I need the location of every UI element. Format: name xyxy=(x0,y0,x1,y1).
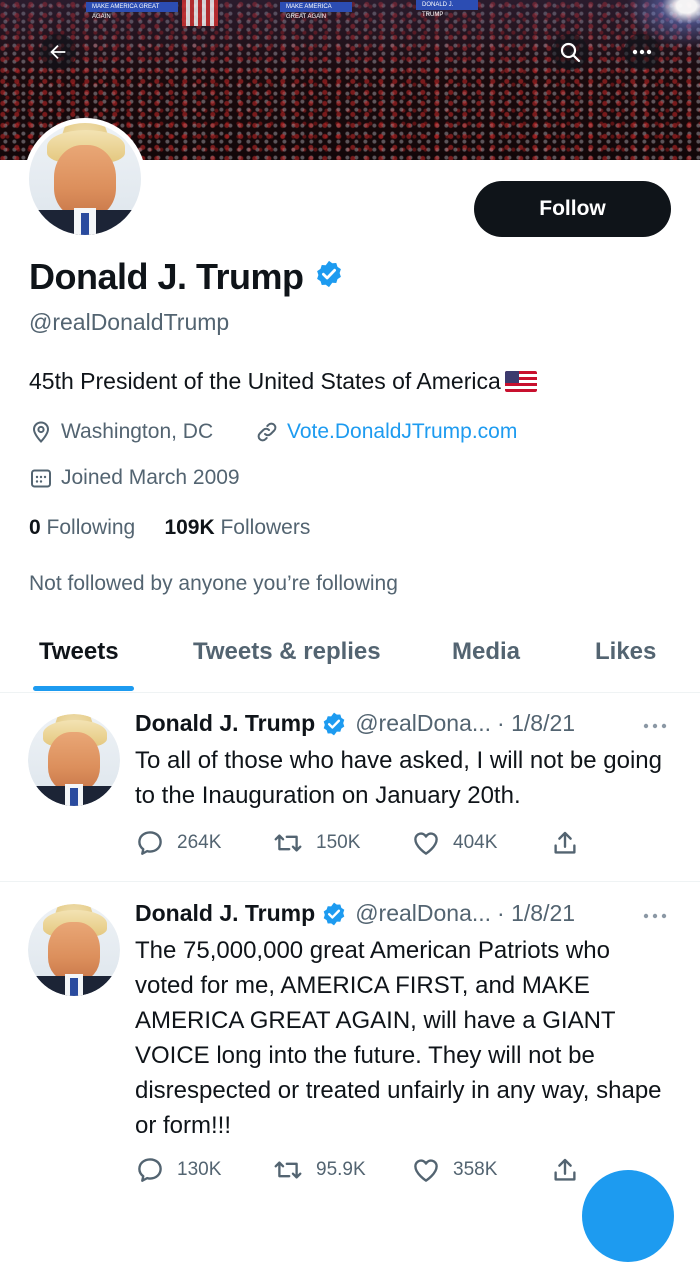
tweet-text: The 75,000,000 great American Patriots w… xyxy=(135,937,662,1139)
compose-tweet-button[interactable] xyxy=(582,1170,674,1262)
more-options-button[interactable] xyxy=(624,34,660,70)
like-count: 358K xyxy=(453,1159,498,1180)
share-icon xyxy=(554,831,576,854)
like-count: 404K xyxy=(453,832,498,853)
tweet-text: To all of those who have asked, I will n… xyxy=(135,747,662,809)
follow-button[interactable]: Follow xyxy=(474,181,671,237)
location-text: Washington, DC xyxy=(61,420,214,443)
share-button[interactable] xyxy=(550,828,592,858)
bio-text: 45th President of the United States of A… xyxy=(29,368,501,394)
calendar-icon xyxy=(31,469,51,488)
followers-link[interactable]: 109K Followers xyxy=(164,516,310,539)
tweet-author-name[interactable]: Donald J. Trump xyxy=(135,710,315,737)
tweet-more-button[interactable] xyxy=(640,906,670,931)
not-followed-text: Not followed by anyone you’re following xyxy=(29,572,398,595)
following-link[interactable]: 0 Following xyxy=(29,516,135,539)
joined-text: Joined March 2009 xyxy=(61,466,240,489)
back-arrow-icon xyxy=(50,44,66,60)
avatar-image xyxy=(29,123,141,235)
tab-tweets[interactable]: Tweets xyxy=(39,638,119,666)
tweet-avatar[interactable] xyxy=(28,714,120,806)
search-icon xyxy=(560,42,581,63)
reply-icon xyxy=(138,1158,162,1182)
tweet-header: Donald J. Trump @realDona... · 1/8/21 xyxy=(135,710,575,737)
retweet-count: 95.9K xyxy=(316,1159,366,1180)
tweet-avatar[interactable] xyxy=(28,904,120,996)
verified-badge-icon xyxy=(323,712,345,735)
tweet-author-name[interactable]: Donald J. Trump xyxy=(135,900,315,927)
active-tab-indicator xyxy=(33,686,134,691)
tweet-date[interactable]: · 1/8/21 xyxy=(497,900,575,927)
reply-button[interactable]: 130K xyxy=(135,1155,272,1185)
tweet-date[interactable]: · 1/8/21 xyxy=(497,710,575,737)
share-button[interactable] xyxy=(550,1155,592,1185)
retweet-count: 150K xyxy=(316,832,361,853)
profile-tabs: Tweets Tweets & replies Media Likes xyxy=(0,622,700,693)
tweet-author-handle[interactable]: @realDona... xyxy=(355,900,491,927)
website[interactable]: Vote.DonaldJTrump.com xyxy=(255,420,517,444)
retweet-button[interactable]: 150K xyxy=(272,828,411,858)
share-icon xyxy=(554,1158,576,1181)
verified-badge-icon xyxy=(314,256,344,298)
follow-counts: 0 Following 109K Followers xyxy=(29,516,310,540)
profile-name-row: Donald J. Trump xyxy=(29,256,344,298)
tweet-author-handle[interactable]: @realDona... xyxy=(355,710,491,737)
banner-sign: DONALD J. TRUMP xyxy=(416,0,478,18)
reply-icon xyxy=(138,831,162,855)
verified-badge-icon xyxy=(323,902,345,925)
like-button[interactable]: 358K xyxy=(411,1155,550,1185)
banner-sign: MAKE AMERICA GREAT AGAIN xyxy=(86,2,178,20)
tweet[interactable]: Donald J. Trump @realDona... · 1/8/21 To… xyxy=(0,692,700,881)
retweet-icon xyxy=(274,834,302,852)
search-button[interactable] xyxy=(552,34,588,70)
more-icon xyxy=(643,723,667,729)
tweet-header: Donald J. Trump @realDona... · 1/8/21 xyxy=(135,900,575,927)
location-pin-icon xyxy=(32,421,50,443)
retweet-button[interactable]: 95.9K xyxy=(272,1155,411,1185)
profile-name: Donald J. Trump xyxy=(29,256,304,297)
tweet-actions: 264K 150K 404K xyxy=(135,828,592,858)
link-icon xyxy=(257,422,277,442)
more-icon xyxy=(643,913,667,919)
website-link[interactable]: Vote.DonaldJTrump.com xyxy=(287,420,517,444)
banner-flag xyxy=(182,0,218,26)
more-icon xyxy=(632,49,652,55)
location: Washington, DC xyxy=(29,420,213,444)
like-icon xyxy=(414,832,438,855)
tweet[interactable]: Donald J. Trump @realDona... · 1/8/21 Th… xyxy=(0,882,700,1200)
profile-avatar[interactable] xyxy=(24,118,146,240)
back-button[interactable] xyxy=(40,34,76,70)
retweet-icon xyxy=(274,1161,302,1179)
joined-date: Joined March 2009 xyxy=(29,466,240,490)
reply-button[interactable]: 264K xyxy=(135,828,272,858)
reply-count: 130K xyxy=(177,1159,222,1180)
banner-sign: MAKE AMERICA GREAT AGAIN xyxy=(280,2,352,20)
tab-likes[interactable]: Likes xyxy=(595,638,656,666)
profile-bio: 45th President of the United States of A… xyxy=(29,368,537,395)
like-icon xyxy=(414,1159,438,1182)
tab-tweets-replies[interactable]: Tweets & replies xyxy=(193,638,381,666)
us-flag-emoji xyxy=(504,371,537,392)
tweet-more-button[interactable] xyxy=(640,716,670,741)
tab-media[interactable]: Media xyxy=(452,638,520,666)
reply-count: 264K xyxy=(177,832,222,853)
tweet-actions: 130K 95.9K 358K xyxy=(135,1155,592,1185)
profile-handle: @realDonaldTrump xyxy=(29,309,230,335)
like-button[interactable]: 404K xyxy=(411,828,550,858)
